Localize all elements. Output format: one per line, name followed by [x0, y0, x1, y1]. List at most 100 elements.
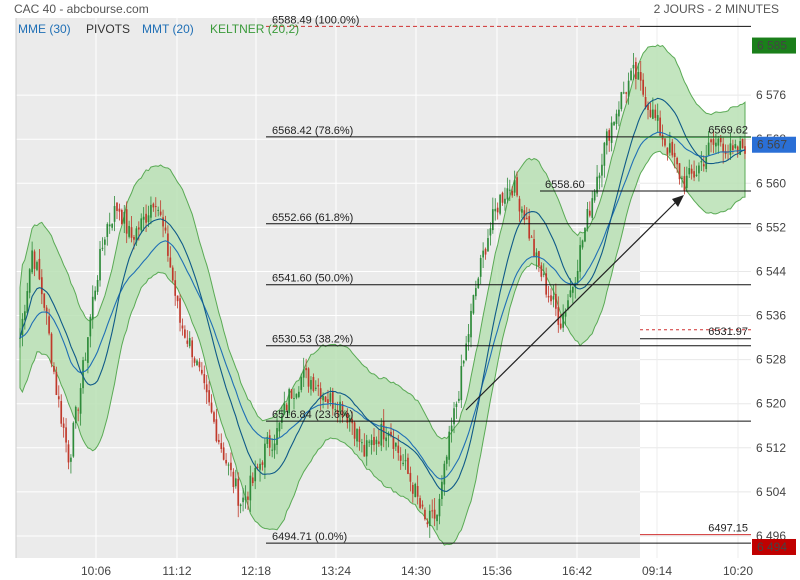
- x-tick-label: 10:06: [81, 564, 111, 578]
- candle-body: [145, 213, 147, 223]
- candle-body: [60, 400, 63, 424]
- candle-body: [411, 484, 414, 494]
- candle-body: [477, 278, 480, 289]
- candle-body: [392, 437, 395, 449]
- candle-body: [414, 483, 417, 498]
- candle-body: [506, 188, 509, 200]
- candle-body: [70, 457, 72, 462]
- fib-label: 6541.60 (50.0%): [272, 273, 353, 285]
- candle-body: [162, 217, 164, 227]
- x-tick-label: 13:24: [321, 564, 351, 578]
- candle-body: [278, 422, 281, 432]
- candle-body: [605, 131, 608, 146]
- pivot-label: 6569.62: [708, 124, 748, 136]
- candle-body: [668, 143, 671, 153]
- candle-body: [397, 445, 400, 453]
- candle-body: [329, 393, 332, 402]
- candle-body: [293, 397, 295, 399]
- candle-body: [513, 180, 516, 193]
- candle-body: [652, 109, 654, 119]
- candle-body: [28, 269, 31, 293]
- candle-body: [201, 369, 203, 374]
- candle-body: [198, 361, 201, 368]
- candle-body: [678, 163, 681, 180]
- candle-body: [698, 165, 700, 174]
- candle-body: [445, 456, 448, 464]
- candle-body: [271, 449, 274, 451]
- x-tick-label: 11:12: [162, 564, 191, 578]
- candle-body: [174, 280, 177, 296]
- candle-body: [244, 496, 247, 501]
- candle-body: [576, 270, 579, 283]
- candle-body: [48, 316, 50, 334]
- candle-body: [363, 444, 366, 457]
- candle-body: [74, 406, 77, 423]
- candle-body: [264, 443, 266, 468]
- candle-body: [137, 227, 140, 230]
- candle-body: [273, 443, 276, 451]
- candle-body: [630, 70, 632, 80]
- candle-body: [428, 510, 431, 527]
- candle-body: [361, 442, 363, 444]
- candle-body: [373, 436, 375, 446]
- candle-body: [302, 369, 305, 378]
- candle-body: [511, 190, 514, 196]
- candle-body: [591, 198, 594, 218]
- legend-pivots[interactable]: PIVOTS: [86, 22, 130, 36]
- candle-body: [142, 216, 145, 220]
- candle-body: [217, 439, 220, 443]
- candle-body: [36, 262, 38, 270]
- legend-keltner[interactable]: KELTNER (20,2): [210, 22, 299, 36]
- pivot-label: 6558.60: [545, 179, 585, 191]
- candle-body: [106, 224, 109, 237]
- candle-body: [120, 209, 123, 225]
- candle-body: [610, 122, 613, 143]
- candle-body: [125, 209, 128, 234]
- candle-body: [450, 425, 453, 432]
- trend-arrow-head: [672, 195, 684, 207]
- candle-body: [79, 388, 82, 414]
- candle-body: [307, 368, 310, 387]
- candle-body: [671, 141, 674, 156]
- candle-body: [57, 396, 60, 400]
- candle-body: [419, 498, 421, 508]
- candle-body: [370, 440, 373, 445]
- y-tick-label: 6 528: [756, 353, 786, 367]
- candle-body: [676, 157, 678, 165]
- candle-body: [113, 206, 116, 222]
- legend-mme[interactable]: MME (30): [18, 22, 71, 36]
- candle-body: [615, 113, 618, 124]
- candle-body: [722, 143, 725, 153]
- chart-source-title: CAC 40 - abcbourse.com: [14, 2, 149, 16]
- candle-body: [261, 462, 264, 465]
- candle-body: [140, 218, 143, 231]
- candle-body: [491, 209, 494, 231]
- candle-body: [545, 273, 548, 295]
- candle-body: [404, 460, 407, 462]
- legend-mmt[interactable]: MMT (20): [142, 22, 194, 36]
- candle-body: [208, 390, 210, 403]
- candle-body: [717, 138, 720, 146]
- candle-body: [443, 463, 446, 485]
- candle-body: [164, 227, 167, 231]
- candle-body: [479, 257, 482, 277]
- candle-body: [159, 211, 162, 215]
- candle-body: [133, 237, 135, 240]
- candle-body: [251, 477, 254, 484]
- fib-label: 6552.66 (61.8%): [272, 212, 353, 224]
- candle-body: [31, 250, 33, 273]
- candle-body: [458, 398, 460, 401]
- candle-body: [644, 97, 647, 108]
- candle-body: [104, 239, 106, 245]
- candle-body: [84, 359, 87, 361]
- y-tick-label: 6 536: [756, 309, 786, 323]
- candle-body: [33, 251, 36, 269]
- candle-body: [227, 464, 230, 466]
- candle-body: [683, 176, 686, 191]
- x-tick-label: 16:42: [562, 564, 592, 578]
- candle-body: [368, 441, 371, 443]
- candle-body: [455, 403, 458, 408]
- candle-body: [666, 147, 669, 155]
- candle-body: [489, 228, 492, 236]
- candle-body: [550, 295, 552, 302]
